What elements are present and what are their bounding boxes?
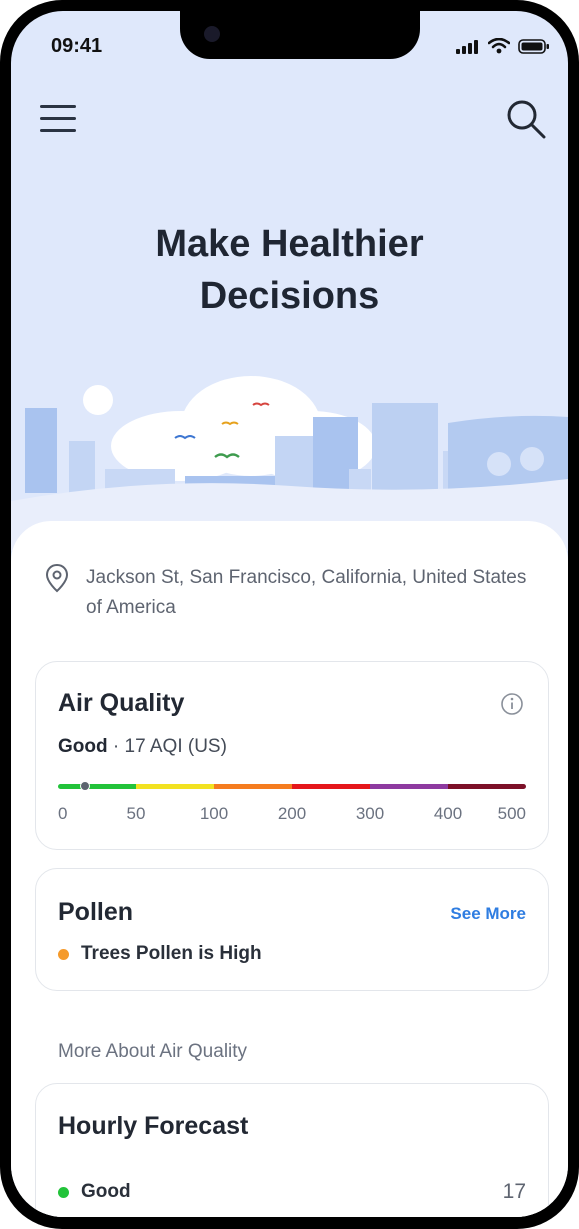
phone-frame: 09:41 Make Healthier Decisions Jackson S… <box>0 0 579 1229</box>
aqi-scale-tick: 0 <box>58 804 68 823</box>
search-button[interactable] <box>504 97 548 141</box>
aqi-scale-tick: 300 <box>355 804 385 823</box>
aqi-scale-tick: 100 <box>199 804 229 823</box>
hourly-forecast-row: Good 17 <box>58 1180 526 1204</box>
hourly-forecast-title: Hourly Forecast <box>58 1112 249 1140</box>
hourly-status-label: Good <box>81 1181 131 1202</box>
hamburger-menu-icon <box>40 105 76 132</box>
location-pin-icon <box>45 563 69 593</box>
aqi-scale-tick: 50 <box>126 804 146 823</box>
pollen-item-text: Trees Pollen is High <box>81 943 262 964</box>
aqi-scale-segment <box>448 784 526 789</box>
air-quality-title: Air Quality <box>58 689 185 717</box>
aq-status-label: Good <box>58 736 108 757</box>
battery-icon <box>518 39 549 54</box>
aq-separator: · <box>112 736 120 757</box>
status-time: 09:41 <box>51 35 103 57</box>
hourly-aqi-value: 17 <box>502 1180 526 1203</box>
hourly-status-dot <box>58 1186 69 1198</box>
pollen-title: Pollen <box>58 898 134 926</box>
aqi-scale-segment <box>58 784 136 789</box>
location-address[interactable]: Jackson St, San Francisco, California, U… <box>86 563 536 623</box>
pollen-level-dot <box>58 948 69 960</box>
hero-title-line2: Decisions <box>199 275 380 317</box>
signal-icon <box>456 40 478 54</box>
pollen-item: Trees Pollen is High <box>58 943 262 965</box>
search-icon <box>507 100 546 139</box>
camera-icon <box>204 26 220 42</box>
aqi-scale-tick: 500 <box>497 804 526 823</box>
pollen-card[interactable]: Pollen See More Trees Pollen is High <box>35 868 549 991</box>
air-quality-card[interactable]: Air Quality Good · 17 AQI (US) 0 50 100 200… <box>35 661 549 850</box>
aqi-scale-bar <box>58 784 526 789</box>
app-screen: 09:41 Make Healthier Decisions Jackson S… <box>11 11 568 1217</box>
info-icon[interactable] <box>500 692 524 716</box>
wifi-icon <box>488 38 510 54</box>
air-quality-status-line: Good · 17 AQI (US) <box>58 736 227 758</box>
menu-button[interactable] <box>40 105 76 135</box>
aqi-scale-tick: 400 <box>433 804 463 823</box>
aqi-scale-ticks: 0 50 100 200 300 400 500 <box>58 804 526 826</box>
status-icons <box>456 38 550 54</box>
hero-title-line1: Make Healthier <box>155 223 424 265</box>
see-more-link[interactable]: See More <box>450 904 526 924</box>
more-about-heading: More About Air Quality <box>58 1041 248 1062</box>
aqi-scale-segment <box>136 784 214 789</box>
hourly-forecast-card[interactable]: Hourly Forecast Good 17 <box>35 1083 549 1217</box>
aqi-scale-segment <box>292 784 370 789</box>
aqi-scale-segment <box>370 784 448 789</box>
aqi-scale-segment <box>214 784 292 789</box>
aqi-scale-tick: 200 <box>277 804 307 823</box>
aqi-marker <box>79 781 90 791</box>
aq-value: 17 AQI (US) <box>124 736 227 757</box>
